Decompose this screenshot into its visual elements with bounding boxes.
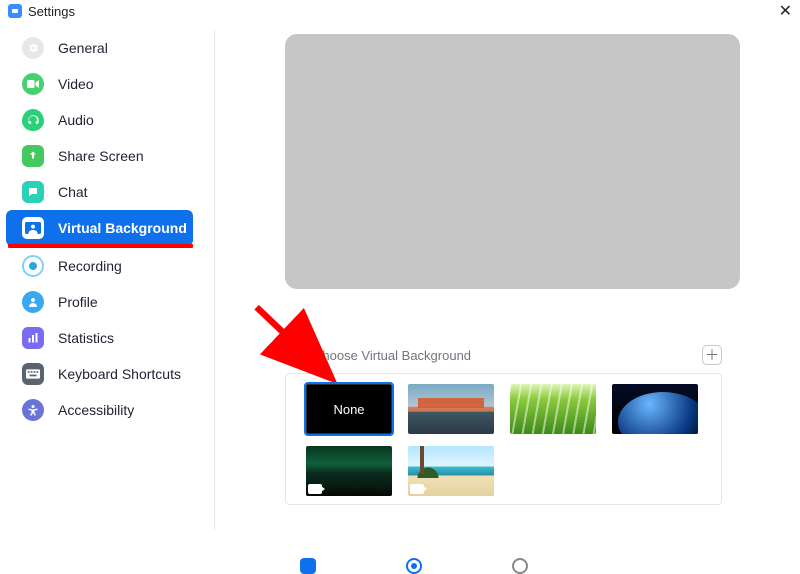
settings-gear-icon xyxy=(22,37,44,59)
background-thumb-aurora[interactable] xyxy=(306,446,392,496)
zoom-app-icon xyxy=(8,4,22,18)
add-background-button[interactable]: ＋ xyxy=(702,345,722,365)
sidebar-item-virtual-background[interactable]: Virtual Background xyxy=(6,210,193,246)
accessibility-icon xyxy=(22,399,44,421)
sidebar-item-label: Accessibility xyxy=(58,402,134,418)
share-screen-icon xyxy=(22,145,44,167)
radio-selected[interactable] xyxy=(406,558,422,574)
sidebar-item-label: Chat xyxy=(58,184,88,200)
sidebar-item-recording[interactable]: Recording xyxy=(6,248,193,284)
sidebar-item-general[interactable]: General xyxy=(6,30,193,66)
video-preview xyxy=(285,34,740,289)
sidebar-item-video[interactable]: Video xyxy=(6,66,193,102)
sidebar-item-keyboard-shortcuts[interactable]: Keyboard Shortcuts xyxy=(6,356,193,392)
sidebar-item-label: Audio xyxy=(58,112,94,128)
sidebar-item-audio[interactable]: Audio xyxy=(6,102,193,138)
checkbox-checked[interactable] xyxy=(300,558,316,574)
video-camera-icon xyxy=(22,73,44,95)
headphones-icon xyxy=(22,109,44,131)
video-badge-icon xyxy=(410,484,424,494)
background-thumb-bridge[interactable] xyxy=(408,384,494,434)
background-thumb-none[interactable]: None xyxy=(306,384,392,434)
video-badge-icon xyxy=(308,484,322,494)
background-thumbnails: None xyxy=(285,373,722,505)
sidebar-item-accessibility[interactable]: Accessibility xyxy=(6,392,193,428)
background-thumb-grass[interactable] xyxy=(510,384,596,434)
sidebar-item-label: Share Screen xyxy=(58,148,144,164)
settings-sidebar: General Video Audio Share Screen Chat xyxy=(0,24,215,570)
sidebar-item-label: Recording xyxy=(58,258,122,274)
profile-user-icon xyxy=(22,291,44,313)
keyboard-icon xyxy=(22,363,44,385)
statistics-bars-icon xyxy=(22,327,44,349)
virtual-background-icon xyxy=(22,217,44,239)
recording-icon xyxy=(22,255,44,277)
titlebar: Settings ✕ xyxy=(0,0,800,24)
annotation-arrow-icon xyxy=(250,304,340,384)
sidebar-item-profile[interactable]: Profile xyxy=(6,284,193,320)
settings-content: Choose Virtual Background ＋ None xyxy=(215,24,800,570)
sidebar-item-label: Keyboard Shortcuts xyxy=(58,366,181,382)
sidebar-item-statistics[interactable]: Statistics xyxy=(6,320,193,356)
sidebar-item-label: Virtual Background xyxy=(58,220,187,236)
section-title: Choose Virtual Background xyxy=(285,348,471,363)
thumb-none-label: None xyxy=(333,402,364,417)
chat-bubble-icon xyxy=(22,181,44,203)
sidebar-item-chat[interactable]: Chat xyxy=(6,174,193,210)
background-thumb-beach[interactable] xyxy=(408,446,494,496)
close-icon[interactable]: ✕ xyxy=(772,1,792,21)
sidebar-item-label: General xyxy=(58,40,108,56)
sidebar-item-share-screen[interactable]: Share Screen xyxy=(6,138,193,174)
window-title: Settings xyxy=(28,4,75,19)
radio-unselected[interactable] xyxy=(512,558,528,574)
sidebar-item-label: Profile xyxy=(58,294,98,310)
sidebar-item-label: Statistics xyxy=(58,330,114,346)
background-thumb-earth[interactable] xyxy=(612,384,698,434)
sidebar-item-label: Video xyxy=(58,76,94,92)
